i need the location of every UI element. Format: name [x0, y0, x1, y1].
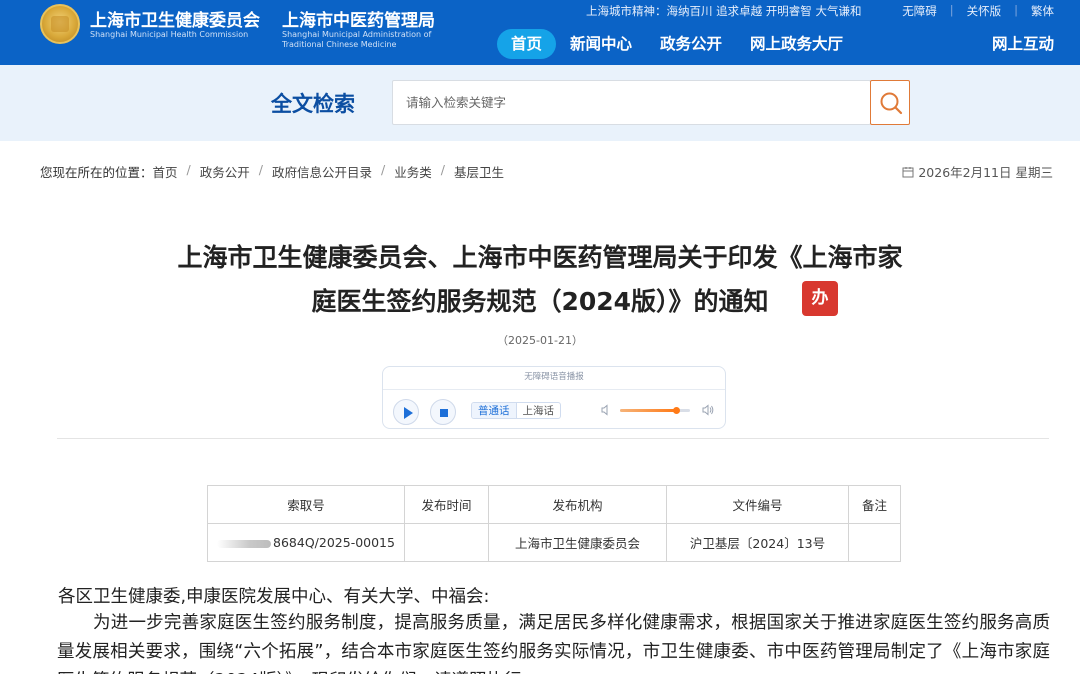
redacted-prefix [217, 539, 272, 548]
volume-low-icon[interactable] [600, 404, 612, 416]
date-text: 2026年2月11日 星期三 [918, 165, 1053, 180]
nav-online-interaction[interactable]: 网上互动 [992, 29, 1054, 59]
breadcrumb-item[interactable]: 政府信息公开目录 [272, 162, 372, 181]
column-header: 发布时间 [404, 485, 489, 524]
document-number-cell: 沪卫基层〔2024〕13号 [666, 523, 849, 562]
article-title-line-1: 上海市卫生健康委员会、上海市中医药管理局关于印发《上海市家 [177, 243, 903, 272]
care-mode-link[interactable]: 关怀版 [967, 3, 1002, 19]
org1-english-name: Shanghai Municipal Health Commission [90, 30, 249, 39]
shanghainese-option[interactable]: 上海话 [515, 403, 561, 418]
accessibility-link[interactable]: 无障碍 [902, 3, 937, 19]
play-button[interactable] [393, 399, 419, 425]
nav-home[interactable]: 首页 [497, 29, 557, 59]
main-nav: 首页 新闻中心 政务公开 网上政务大厅 [497, 29, 857, 59]
org1-name[interactable]: 上海市卫生健康委员会 [90, 6, 260, 31]
calendar-icon [902, 166, 914, 177]
article-title: 上海市卫生健康委员会、上海市中医药管理局关于印发《上海市家 庭医生签约服务规范（… [100, 236, 980, 324]
player-header: 无障碍语音播报 [524, 372, 584, 382]
column-header: 备注 [848, 485, 901, 524]
search-title: 全文检索 [271, 92, 355, 116]
site-header: 上海市卫生健康委员会 Shanghai Municipal Health Com… [0, 0, 1080, 65]
body-paragraph: 为进一步完善家庭医生签约服务制度，提高服务质量，满足居民多样化健康需求，根据国家… [57, 613, 1050, 674]
breadcrumb-separator: / [186, 162, 191, 177]
stop-button[interactable] [430, 399, 456, 425]
breadcrumb-separator: / [258, 162, 263, 177]
column-header: 文件编号 [666, 485, 849, 524]
index-number-cell: 8684Q/2025-00015 [207, 523, 405, 562]
divider: | [1014, 3, 1018, 17]
audio-player: 无障碍语音播报 普通话 上海话 [382, 366, 726, 429]
table-row: 8684Q/2025-00015 上海市卫生健康委员会 沪卫基层〔2024〕13… [207, 523, 901, 562]
breadcrumb: 您现在所在的位置： 首页 / 政务公开 / 政府信息公开目录 / 业务类 / 基… [40, 162, 504, 181]
service-badge-icon[interactable]: 办 [802, 281, 838, 316]
breadcrumb-item[interactable]: 首页 [153, 162, 178, 181]
addressee-line: 各区卫生健康委,申康医院发展中心、有关大学、中福会: [58, 587, 490, 607]
divider [383, 389, 725, 390]
nav-news[interactable]: 新闻中心 [556, 29, 646, 59]
nav-online-services[interactable]: 网上政务大厅 [736, 29, 857, 59]
breadcrumb-separator: / [381, 162, 386, 177]
remarks-cell [848, 523, 901, 562]
index-number: 8684Q/2025-00015 [273, 535, 395, 550]
document-info-table: 索取号 发布时间 发布机构 文件编号 备注 8684Q/2025-00015 上… [207, 485, 901, 562]
nav-gov-affairs[interactable]: 政务公开 [646, 29, 736, 59]
column-header: 发布机构 [488, 485, 667, 524]
divider: | [949, 3, 954, 17]
search-input[interactable] [392, 80, 871, 125]
search-button[interactable] [870, 80, 910, 125]
article-title-line-2: 庭医生签约服务规范（2024版）》的通知 [311, 287, 769, 316]
current-date: 2026年2月11日 星期三 [902, 162, 1053, 181]
mandarin-option[interactable]: 普通话 [472, 403, 516, 418]
emblem-logo-icon[interactable] [40, 4, 80, 44]
publish-date: （2025-01-21） [497, 334, 583, 347]
publisher-cell: 上海市卫生健康委员会 [488, 523, 667, 562]
top-links: 无障碍 | 关怀版 | 繁体 [902, 3, 1054, 19]
breadcrumb-item[interactable]: 政务公开 [200, 162, 250, 181]
breadcrumb-item[interactable]: 业务类 [394, 162, 432, 181]
volume-high-icon[interactable] [701, 403, 715, 417]
publish-time-cell [404, 523, 489, 562]
org2-english-name: Shanghai Municipal Administration of Tra… [282, 30, 432, 49]
table-header-row: 索取号 发布时间 发布机构 文件编号 备注 [207, 485, 901, 524]
breadcrumb-item[interactable]: 基层卫生 [454, 162, 504, 181]
city-spirit-text: 上海城市精神：海纳百川 追求卓越 开明睿智 大气谦和 [586, 4, 862, 18]
volume-knob[interactable] [673, 407, 680, 414]
language-toggle: 普通话 上海话 [471, 402, 561, 419]
traditional-chinese-link[interactable]: 繁体 [1031, 3, 1054, 19]
org2-name[interactable]: 上海市中医药管理局 [282, 6, 435, 31]
breadcrumb-label: 您现在所在的位置： [40, 165, 153, 180]
divider [57, 438, 1049, 439]
column-header: 索取号 [207, 485, 405, 524]
search-icon [880, 92, 903, 115]
breadcrumb-separator: / [440, 162, 445, 177]
volume-fill [620, 409, 676, 412]
volume-slider[interactable] [620, 407, 690, 414]
